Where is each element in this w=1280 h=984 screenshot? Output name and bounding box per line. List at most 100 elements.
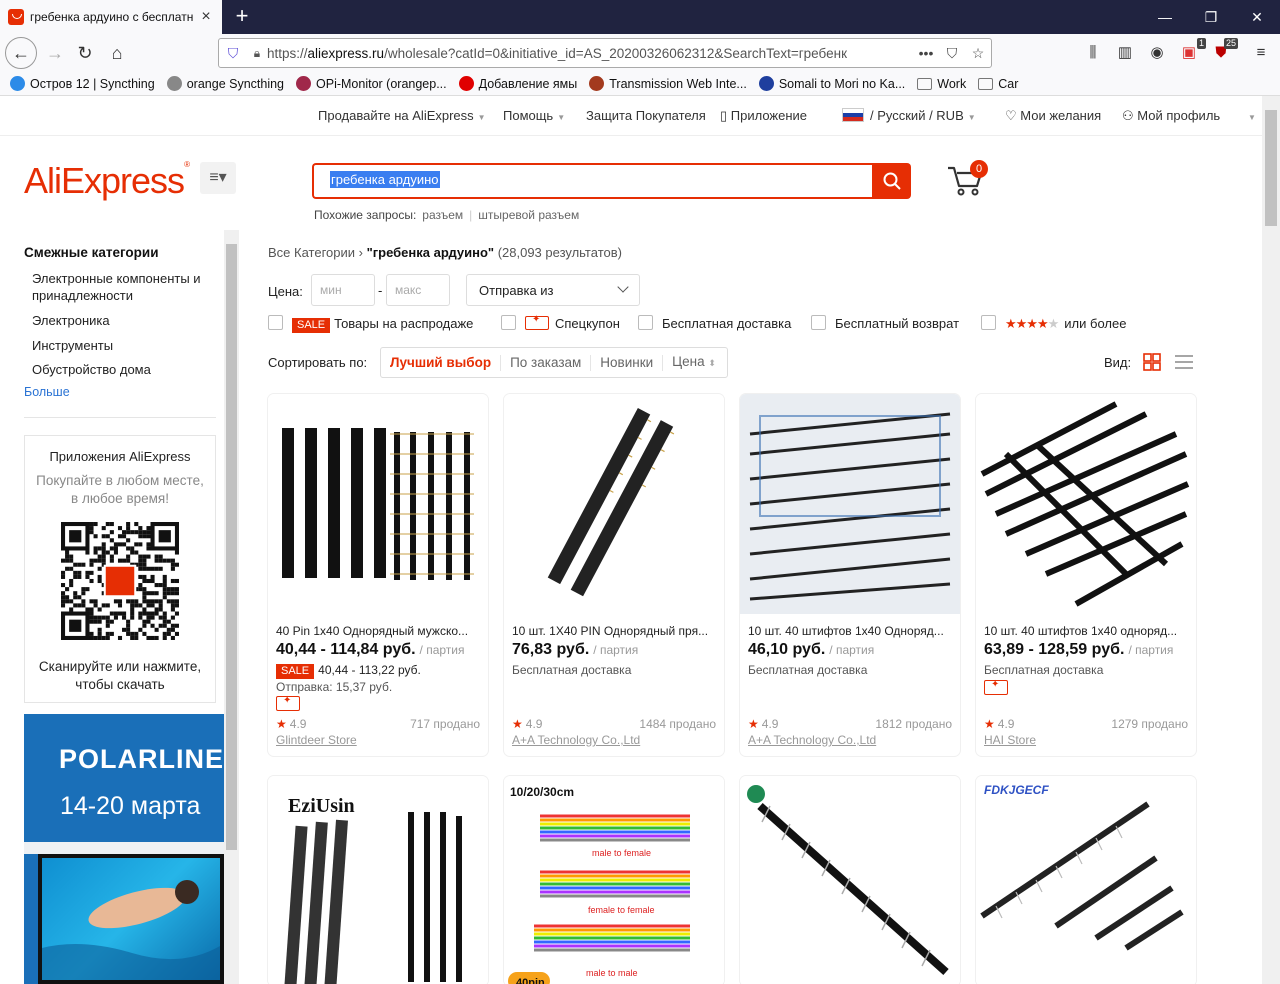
close-tab-icon[interactable]: × (198, 8, 214, 26)
help-link[interactable]: Помощь ▼ (503, 108, 565, 123)
url-bar[interactable]: ⛉ 🔒︎ https://aliexpress.ru/wholesale?cat… (218, 38, 992, 68)
home-icon[interactable]: ⌂ (102, 39, 132, 67)
restore-icon[interactable]: ❐ (1188, 0, 1234, 34)
bookmark-item[interactable]: OPi-Monitor (orangep... (296, 76, 447, 91)
product-card[interactable]: 10/20/30cm male to female female to fema… (504, 776, 724, 984)
product-store-link[interactable]: A+A Technology Co.,Ltd (748, 733, 876, 747)
lock-icon[interactable]: 🔒︎ (247, 46, 267, 61)
buyer-protection-link[interactable]: Защита Покупателя (586, 108, 706, 123)
grid-view-icon[interactable] (1143, 353, 1161, 371)
freereturn-filter-label[interactable]: Бесплатный возврат (835, 316, 959, 331)
menu-icon[interactable]: ≡ (1250, 42, 1272, 64)
product-title[interactable]: 10 шт. 1X40 PIN Однорядный пря... (512, 624, 718, 638)
browser-tab-active[interactable]: гребенка ардуино с бесплатн × (0, 0, 222, 34)
price-min-input[interactable]: мин (311, 274, 375, 306)
qr-code-icon[interactable] (61, 522, 179, 640)
sidebar-scrollbar[interactable] (224, 230, 239, 984)
profile-link[interactable]: ⚇ Мой профиль (1122, 108, 1220, 124)
category-menu-icon[interactable]: ≡▾ (200, 162, 236, 194)
product-card[interactable]: 40 Pin 1x40 Однорядный мужско... 40,44 -… (268, 394, 488, 756)
forward-icon[interactable]: → (40, 39, 70, 67)
product-image-jumper-wires[interactable]: 10/20/30cm male to female female to fema… (504, 776, 724, 984)
related-search-2[interactable]: штыревой разъем (478, 208, 579, 222)
ublock-icon[interactable]: ⛊ 25 (1210, 38, 1238, 64)
product-title[interactable]: 10 шт. 40 штифтов 1x40 Одноряд... (748, 624, 954, 638)
sale-checkbox[interactable] (268, 315, 283, 330)
product-image-pin-headers[interactable] (268, 394, 488, 614)
bookmark-item[interactable]: Transmission Web Inte... (589, 76, 747, 91)
rating-filter-label[interactable]: ★★★★★ или более (1005, 316, 1126, 332)
sidebar-more-link[interactable]: Больше (24, 385, 70, 399)
app-link[interactable]: ▯ Приложение (720, 108, 807, 124)
coupon-checkbox[interactable] (501, 315, 516, 330)
account-icon[interactable]: ◉ (1146, 42, 1168, 64)
page-scrollbar[interactable] (1262, 96, 1280, 984)
sidebar-scrollbar-thumb[interactable] (226, 244, 237, 850)
bookmark-item[interactable]: orange Syncthing (166, 76, 284, 91)
sort-price[interactable]: Цена ⬍ (663, 354, 725, 371)
bookmark-item[interactable]: Car (978, 77, 1018, 91)
library-icon[interactable]: ⫼ (1082, 42, 1104, 64)
bookmark-item[interactable]: Добавление ямы (458, 76, 577, 91)
rating-checkbox[interactable] (981, 315, 996, 330)
page-scrollbar-thumb[interactable] (1265, 110, 1277, 226)
breadcrumb-root[interactable]: Все Категории (268, 245, 355, 260)
product-image-bagged-headers[interactable] (740, 394, 960, 614)
aliexpress-logo[interactable]: AliExpress® (24, 160, 190, 202)
freeship-checkbox[interactable] (638, 315, 653, 330)
search-input[interactable]: гребенка ардуино (312, 163, 872, 199)
sidebar-item-electronic-components[interactable]: Электронные компоненты и принадлежности (32, 270, 222, 304)
product-image-fdkjgecf-headers[interactable]: FDKJGECF (976, 776, 1196, 984)
product-store-link[interactable]: HAI Store (984, 733, 1036, 747)
wishlist-link[interactable]: ♡ Мои желания (1005, 108, 1101, 124)
product-title[interactable]: 10 шт. 40 штифтов 1x40 одноряд... (984, 624, 1190, 638)
product-title[interactable]: 40 Pin 1x40 Однорядный мужско... (276, 624, 482, 638)
product-image-eziusin-headers[interactable]: EziUsin (268, 776, 488, 984)
minimize-icon[interactable]: — (1142, 0, 1188, 34)
reload-icon[interactable]: ↻ (70, 39, 100, 67)
product-card[interactable]: FDKJGECF (976, 776, 1196, 984)
search-button[interactable] (872, 163, 911, 199)
profile-caret-icon[interactable]: ▼ (1244, 108, 1256, 123)
bookmark-item[interactable]: Work (917, 77, 966, 91)
locale-selector[interactable]: / Русский / RUB ▼ (842, 108, 976, 123)
product-card[interactable]: 10 шт. 1X40 PIN Однорядный пря... 76,83 … (504, 394, 724, 756)
product-card[interactable]: EziUsin (268, 776, 488, 984)
ship-from-select[interactable]: Отправка из (466, 274, 640, 306)
related-search-1[interactable]: разъем (422, 208, 463, 222)
price-max-input[interactable]: макс (386, 274, 450, 306)
sort-newest[interactable]: Новинки (591, 354, 664, 371)
list-view-icon[interactable] (1175, 353, 1193, 371)
product-card[interactable] (740, 776, 960, 984)
back-icon[interactable]: ← (5, 37, 37, 69)
bookmark-item[interactable]: Somali to Mori no Ka... (758, 76, 905, 91)
sort-orders[interactable]: По заказам (501, 354, 592, 371)
freereturn-checkbox[interactable] (811, 315, 826, 330)
sidebar-item-home[interactable]: Обустройство дома (32, 361, 222, 378)
tracking-shield-icon[interactable]: ⛉ (219, 45, 247, 62)
product-image-long-header[interactable] (740, 776, 960, 984)
promo-banner[interactable]: POLARLINE 14-20 марта (24, 714, 224, 984)
new-tab-icon[interactable]: + (230, 4, 254, 28)
page-actions-icon[interactable]: ••• (913, 45, 939, 61)
sidebar-item-tools[interactable]: Инструменты (32, 337, 222, 354)
freeship-filter-label[interactable]: Бесплатная доставка (662, 316, 791, 331)
bookmark-star-icon[interactable]: ☆ (965, 45, 991, 62)
sidebar-item-electronics[interactable]: Электроника (32, 312, 222, 329)
product-store-link[interactable]: Glintdeer Store (276, 733, 357, 747)
product-card[interactable]: 10 шт. 40 штифтов 1x40 Одноряд... 46,10 … (740, 394, 960, 756)
sort-best-match[interactable]: Лучший выбор (381, 354, 502, 371)
sell-link[interactable]: Продавайте на AliExpress ▼ (318, 108, 486, 123)
extension-a-icon[interactable]: ▣ 1 (1178, 38, 1206, 64)
pocket-icon[interactable]: ⛉ (939, 45, 965, 62)
url-text[interactable]: https://aliexpress.ru/wholesale?catId=0&… (267, 46, 913, 61)
sale-filter-label[interactable]: SALE Товары на распродаже (292, 316, 473, 333)
app-download-box[interactable]: Приложения AliExpress Покупайте в любом … (24, 435, 216, 703)
coupon-filter-label[interactable]: Спецкупон (525, 314, 620, 331)
close-window-icon[interactable]: ✕ (1234, 0, 1280, 34)
sidebar-icon[interactable]: ▥ (1114, 42, 1136, 64)
product-image-scattered-headers[interactable] (976, 394, 1196, 614)
product-store-link[interactable]: A+A Technology Co.,Ltd (512, 733, 640, 747)
product-card[interactable]: 10 шт. 40 штифтов 1x40 одноряд... 63,89 … (976, 394, 1196, 756)
product-image-female-headers[interactable] (504, 394, 724, 614)
